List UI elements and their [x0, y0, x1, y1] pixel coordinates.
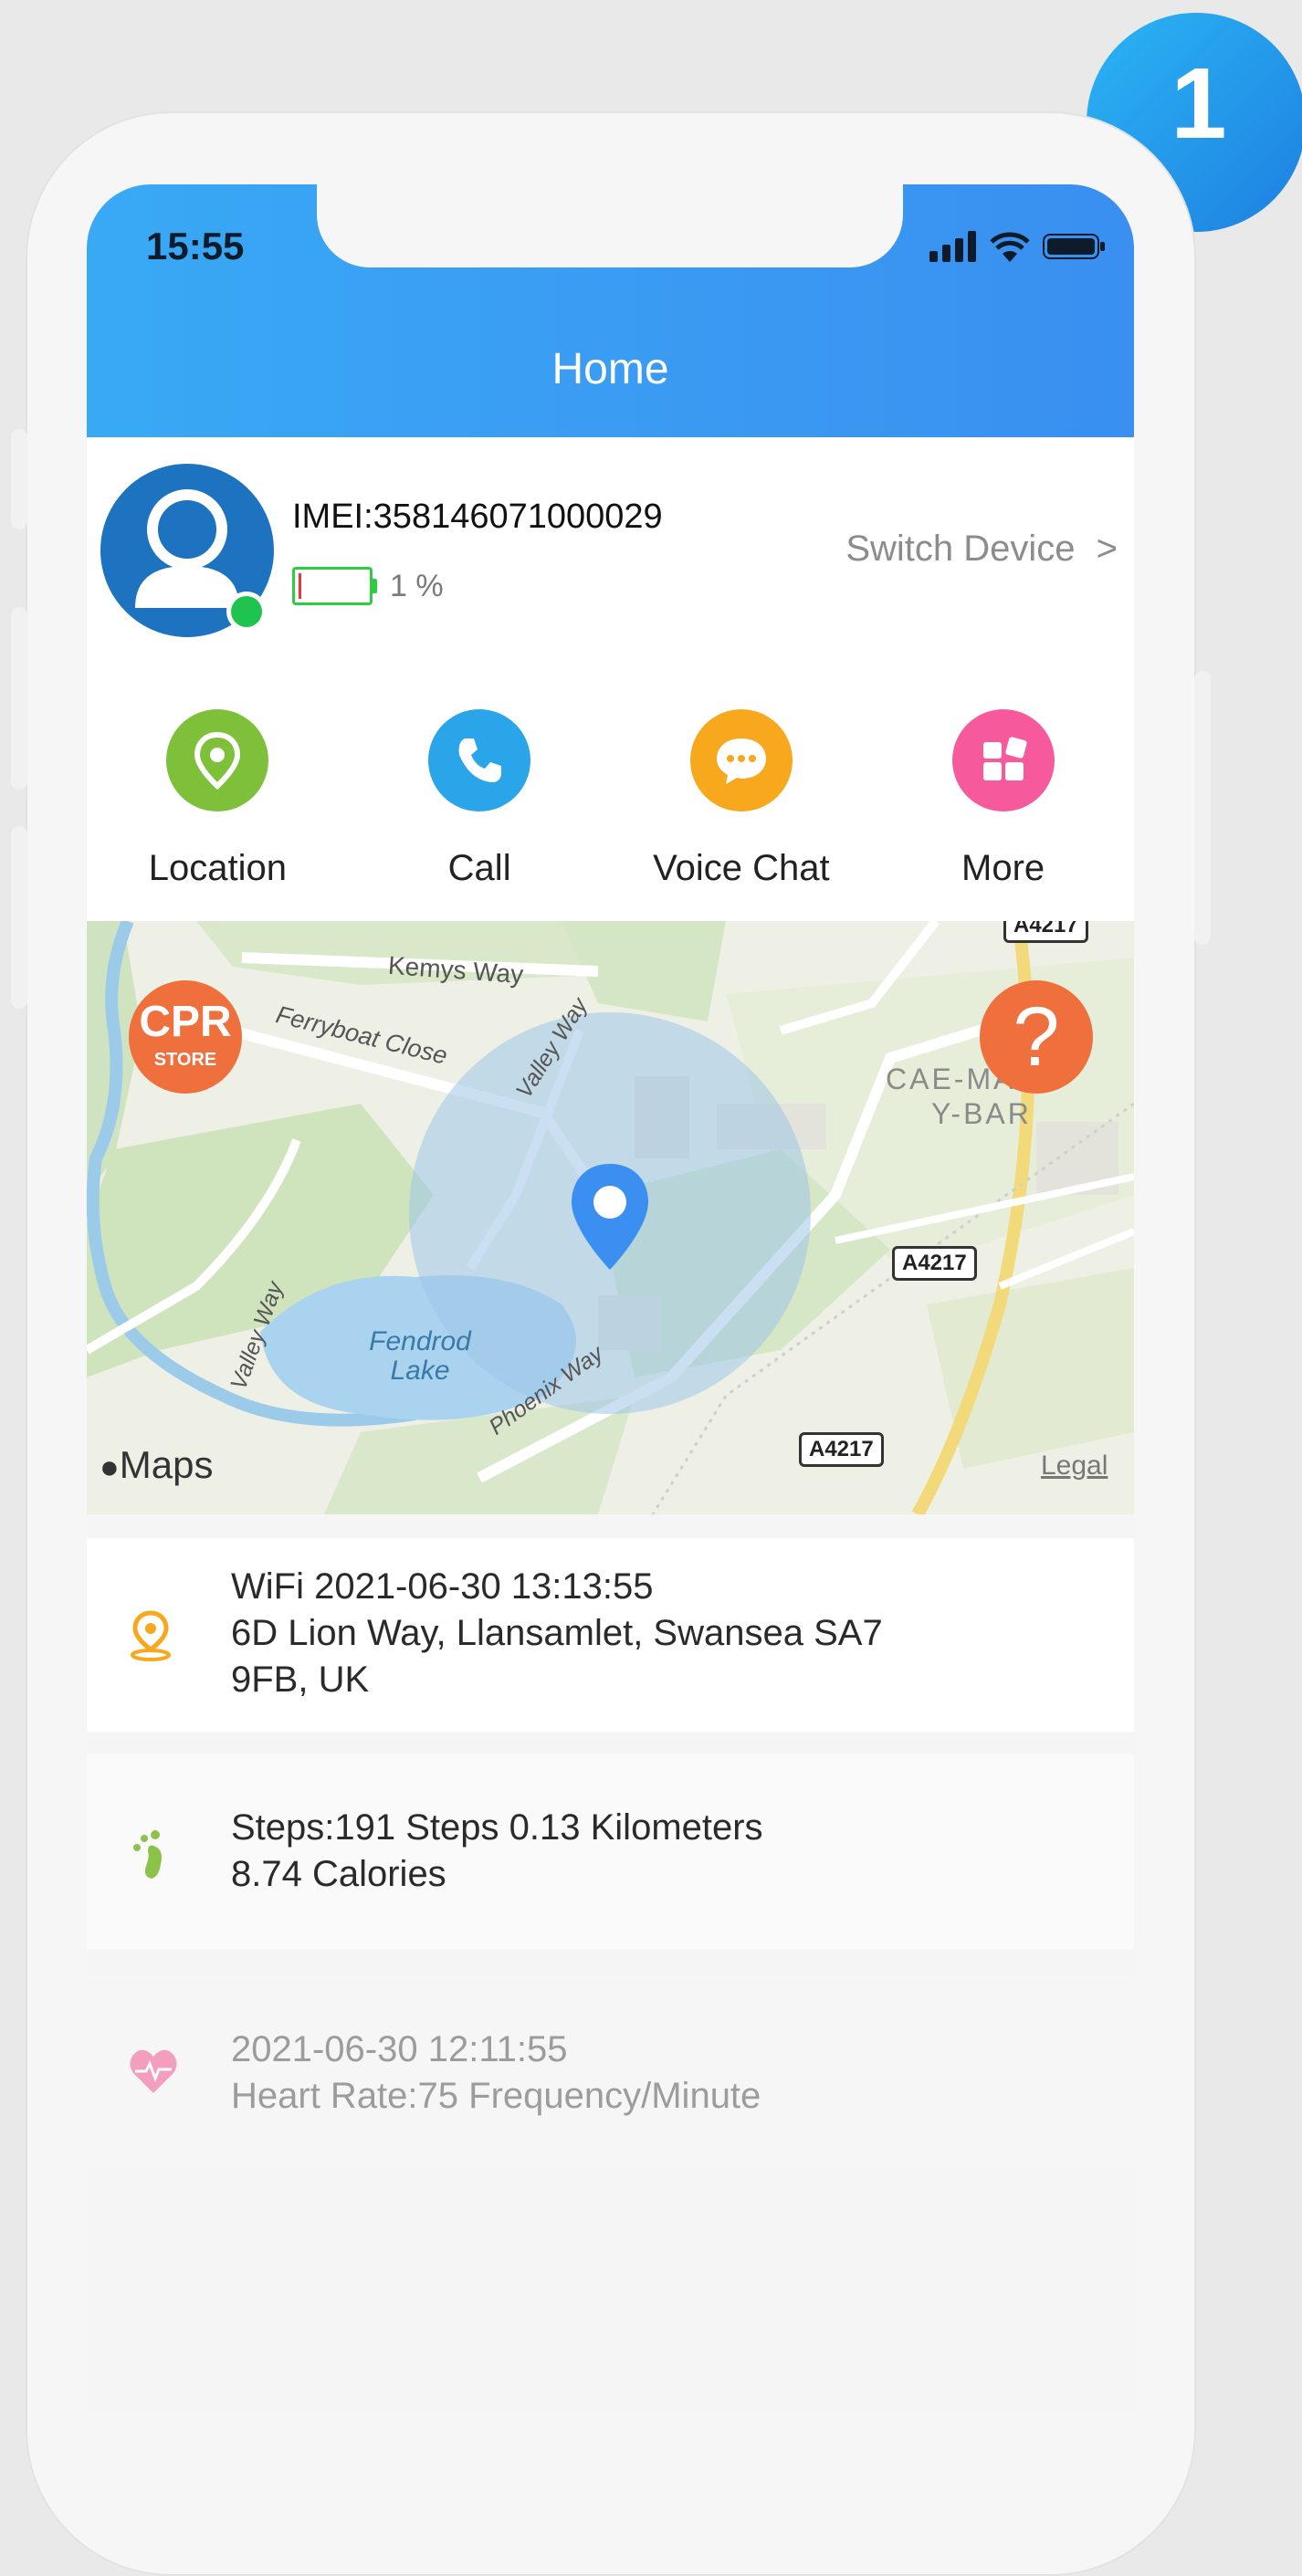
location-pin-marker[interactable] [566, 1160, 654, 1273]
battery-status-icon [1043, 234, 1105, 259]
calories-text: 8.74 Calories [231, 1854, 446, 1894]
online-status-dot [231, 596, 262, 627]
store-badge-subtitle: STORE [153, 1050, 217, 1070]
chat-bubble-icon [689, 709, 793, 812]
header-bar: 15:55 Home [87, 184, 1134, 437]
store-badge-title: CPR [139, 998, 232, 1046]
location-label: Location [148, 848, 287, 888]
location-address-line1: 6D Lion Way, Llansamlet, Swansea SA7 [231, 1613, 883, 1653]
status-time: 15:55 [146, 225, 245, 267]
imei-text: IMEI:358146071000029 [292, 497, 663, 536]
battery-icon [292, 567, 373, 605]
heart-rate-timestamp: 2021-06-30 12:11:55 [231, 2029, 568, 2069]
call-label: Call [447, 848, 511, 888]
location-address-line2: 9FB, UK [231, 1660, 370, 1700]
voice-chat-button[interactable]: Voice Chat [611, 709, 873, 889]
road-shield: A4217 [892, 1246, 977, 1281]
legal-link[interactable]: Legal [1041, 1450, 1108, 1482]
heart-rate-value: Heart Rate:75 Frequency/Minute [231, 2076, 761, 2116]
phone-side-button [11, 826, 27, 1009]
grid-icon [951, 709, 1055, 812]
phone-side-button [11, 429, 27, 529]
steps-summary: Steps:191 Steps 0.13 Kilometers [231, 1807, 763, 1848]
location-timestamp: WiFi 2021-06-30 13:13:55 [231, 1566, 654, 1607]
status-icons [929, 230, 1107, 263]
lake-label: Fendrod Lake [369, 1326, 471, 1386]
switch-device-button[interactable]: Switch Device > [845, 529, 1118, 570]
step-badge-number: 1 [1171, 47, 1227, 160]
steps-card[interactable]: Steps:191 Steps 0.13 Kilometers 8.74 Cal… [87, 1754, 1134, 1949]
phone-side-button [11, 607, 27, 790]
map-marker-icon [131, 1610, 171, 1661]
map-view[interactable]: Kemys Way Ferryboat Close Valley Way Val… [87, 921, 1134, 1514]
location-button[interactable]: Location [87, 709, 349, 889]
footsteps-icon [133, 1830, 162, 1879]
phone-notch [317, 184, 903, 267]
page-title: Home [551, 345, 669, 393]
apple-logo-icon: ● [100, 1448, 120, 1485]
maps-attribution-text: Maps [119, 1443, 214, 1486]
device-battery: 1 % [292, 567, 444, 605]
app-screen: 15:55 Home IMEI:358146071000029 1 % Swit… [87, 184, 1134, 2412]
phone-side-button [1194, 671, 1211, 945]
maps-attribution: ●Maps [100, 1443, 213, 1487]
battery-percent: 1 % [390, 568, 444, 603]
wifi-icon [990, 232, 1030, 262]
phone-icon [428, 709, 531, 812]
chevron-right-icon: > [1096, 529, 1118, 569]
more-label: More [961, 848, 1045, 888]
help-button[interactable]: ? [980, 980, 1093, 1094]
quick-actions: Location Call Voice Chat More [87, 709, 1134, 889]
heart-rate-card[interactable]: 2021-06-30 12:11:55 Heart Rate:75 Freque… [87, 1976, 1134, 2168]
voice-chat-label: Voice Chat [653, 848, 830, 888]
store-badge[interactable]: CPR STORE [129, 980, 242, 1094]
road-shield: A4217 [799, 1432, 884, 1467]
location-pin-icon [166, 709, 269, 812]
road-shield: A4217 [1003, 921, 1088, 943]
location-card[interactable]: WiFi 2021-06-30 13:13:55 6D Lion Way, Ll… [87, 1538, 1134, 1732]
battery-level-fill [299, 573, 301, 599]
device-panel: IMEI:358146071000029 1 % Switch Device >… [87, 437, 1134, 921]
switch-device-label: Switch Device [845, 529, 1076, 569]
battery-tip [373, 579, 377, 593]
heart-rate-icon [130, 2049, 177, 2093]
more-button[interactable]: More [872, 709, 1134, 889]
area-label: Y-BAR [931, 1097, 1032, 1130]
avatar[interactable] [100, 464, 274, 637]
call-button[interactable]: Call [349, 709, 611, 889]
signal-icon [929, 231, 976, 262]
